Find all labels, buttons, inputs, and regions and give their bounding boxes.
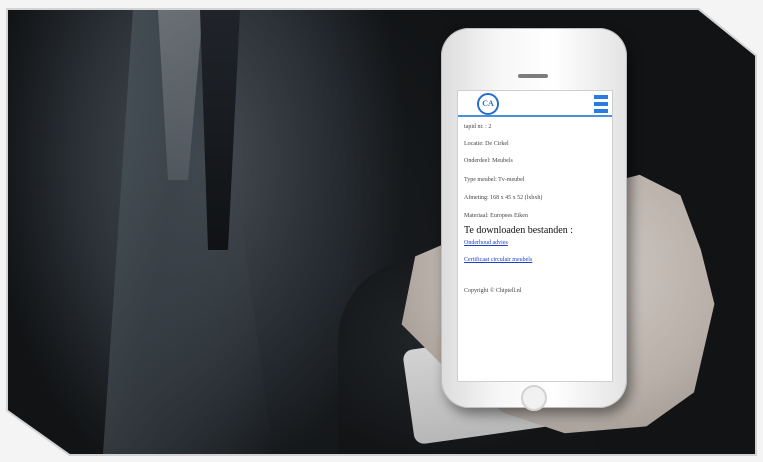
info-line-afmeting: Afmeting: 168 x 45 x 52 (lxbxh) bbox=[464, 195, 543, 201]
phone-speaker bbox=[518, 74, 548, 78]
copyright-text: Copyright © Chiptell.nl bbox=[464, 288, 522, 294]
link-certificaat[interactable]: Certificaat circulair meubels bbox=[464, 257, 532, 263]
info-line-materiaal: Materiaal: Europees Eiken bbox=[464, 213, 528, 219]
downloads-heading: Te downloaden bestanden : bbox=[464, 225, 573, 236]
site-header: CA bbox=[458, 91, 612, 117]
link-onderhoud-advies[interactable]: Onderhoud advies bbox=[464, 240, 508, 246]
info-line-tapid: tapid nr. : 2 bbox=[464, 124, 492, 130]
logo-icon[interactable]: CA bbox=[477, 93, 499, 115]
home-button bbox=[521, 385, 547, 411]
info-line-locatie: Locatie: De Cirkel bbox=[464, 141, 509, 147]
photo-frame: CA tapid nr. : 2 Locatie: De Cirkel Onde… bbox=[0, 0, 763, 462]
businessman-photo: CA tapid nr. : 2 Locatie: De Cirkel Onde… bbox=[8, 10, 755, 454]
info-line-onderdeel: Onderdeel: Meubels bbox=[464, 158, 513, 164]
hamburger-menu-icon[interactable] bbox=[594, 95, 608, 113]
info-line-type: Type meubel: Tv-meubel bbox=[464, 177, 525, 183]
smartphone: CA tapid nr. : 2 Locatie: De Cirkel Onde… bbox=[441, 28, 627, 411]
phone-screen: CA tapid nr. : 2 Locatie: De Cirkel Onde… bbox=[457, 90, 613, 382]
